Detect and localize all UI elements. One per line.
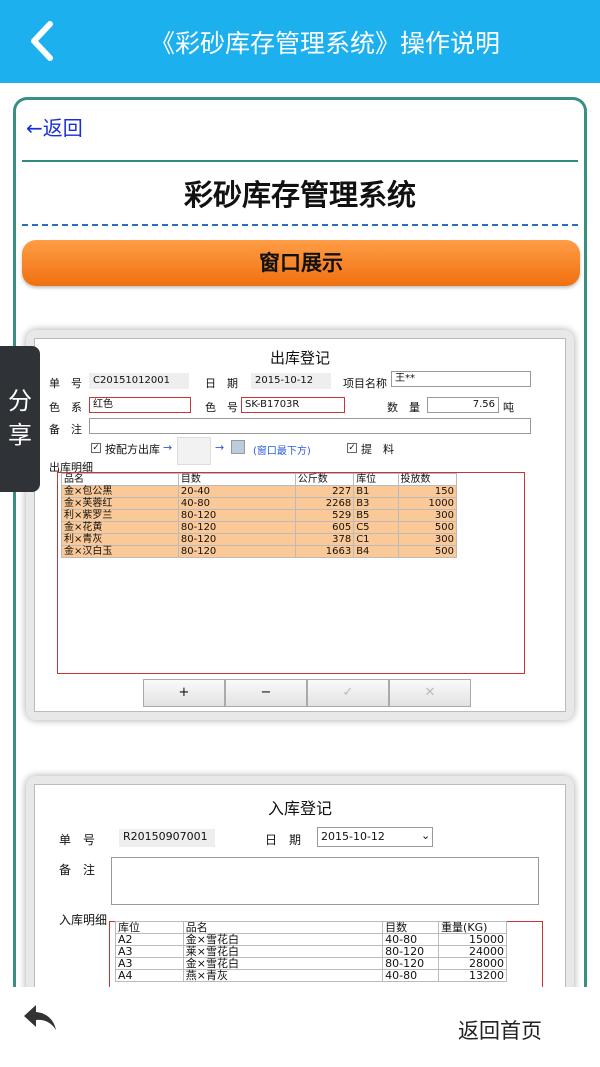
share-tab-label: 享	[8, 421, 32, 449]
cancel-button[interactable]: ✕	[389, 679, 471, 707]
home-link[interactable]: 返回首页	[458, 1015, 542, 1045]
outbound-title: 出库登记	[269, 349, 330, 367]
order-no-field: C20151012001	[89, 373, 189, 389]
table-row[interactable]: 金×花黄 80-120 605 C5 500	[61, 521, 458, 534]
remark-field	[89, 418, 531, 434]
table-row[interactable]: A3 金×雪花白 80-120 28000	[115, 957, 507, 970]
inbound-title: 入库登记	[267, 799, 332, 818]
bottom-bar: 返回首页	[0, 987, 600, 1067]
qty-field: 7.56	[427, 397, 499, 413]
qty-unit: 吨	[503, 401, 514, 414]
article-heading: 彩砂库存管理系统	[183, 178, 416, 212]
project-label: 项目名称	[343, 377, 387, 390]
window-icon	[231, 440, 245, 454]
column-header: 品名	[182, 921, 384, 934]
column-header: 重量(KG)	[438, 921, 507, 934]
date-field[interactable]: 2015-10-12	[317, 827, 433, 847]
arrow-right-icon: →	[163, 441, 173, 454]
checkbox-icon: ✓	[91, 443, 101, 453]
date-label: 日 期	[265, 833, 302, 847]
table-row[interactable]: 利×紫罗兰 80-120 529 B5 300	[61, 509, 458, 522]
table-header-row: 库位 品名 目数 重量(KG)	[115, 921, 507, 934]
dashed-divider	[22, 224, 578, 226]
checkbox-icon: ✓	[347, 443, 357, 453]
column-header: 公斤数	[294, 473, 355, 486]
remark-field[interactable]	[111, 857, 539, 905]
delete-row-button[interactable]: −	[225, 679, 307, 707]
back-link[interactable]: ←返回	[26, 112, 83, 141]
share-tab-label: 分	[8, 387, 32, 415]
outbound-detail-table: 品名 目数 公斤数 库位 投放数 金×包公黑 20-40 227 B1 150 金×…	[61, 473, 458, 558]
section-banner: 窗口展示	[22, 240, 580, 286]
table-row[interactable]: 金×芙蓉红 40-80 2268 B3 1000	[61, 497, 458, 510]
chevron-left-icon[interactable]	[26, 20, 60, 62]
outbound-window-screenshot: 出库登记 单 号 C20151012001 日 期 2015-10-12 项目名…	[26, 330, 574, 720]
formula-picker	[177, 437, 211, 465]
color-series-field: 红色	[89, 397, 191, 413]
detail-label: 入库明细	[59, 913, 108, 927]
qty-label: 数 量	[387, 401, 420, 414]
date-field: 2015-10-12	[251, 373, 331, 389]
color-no-field: SK-B1703R	[241, 397, 345, 413]
lift-label: 提 料	[361, 443, 394, 456]
color-no-label: 色 号	[205, 401, 238, 414]
table-row[interactable]: A3 莱×雪花白 80-120 24000	[115, 945, 507, 958]
order-no-label: 单 号	[49, 377, 82, 390]
table-header-row: 品名 目数 公斤数 库位 投放数	[61, 473, 458, 486]
table-row[interactable]: 金×汉白玉 80-120 1663 B4 500	[61, 545, 458, 558]
arrow-right-icon: →	[215, 441, 225, 454]
share-tab[interactable]: 分 享	[0, 346, 40, 492]
column-header: 库位	[353, 473, 399, 486]
color-series-label: 色 系	[49, 401, 82, 414]
content-card: ←返回 彩砂库存管理系统 窗口展示 出库登记 单 号 C20151012001 …	[13, 97, 587, 1057]
add-row-button[interactable]: +	[143, 679, 225, 707]
top-bar: 《彩砂库存管理系统》操作说明	[0, 0, 600, 83]
window-hint: (窗口最下方)	[253, 446, 311, 457]
page-title: 《彩砂库存管理系统》操作说明	[150, 29, 501, 58]
column-header: 目数	[382, 921, 440, 934]
table-row[interactable]: 利×青灰 80-120 378 C1 300	[61, 533, 458, 546]
date-label: 日 期	[205, 377, 238, 390]
chevron-down-icon[interactable]: ⌄	[421, 829, 430, 842]
inbound-detail-table: 库位 品名 目数 重量(KG) A2 金×雪花白 40-80 15000 A3 莱×雪…	[115, 921, 507, 982]
share-arrow-icon[interactable]	[22, 1003, 58, 1033]
remark-label: 备 注	[49, 423, 82, 436]
divider	[22, 160, 578, 162]
table-row[interactable]: 金×包公黑 20-40 227 B1 150	[61, 485, 458, 498]
remark-label: 备 注	[59, 863, 96, 877]
order-no-label: 单 号	[59, 833, 96, 847]
table-row[interactable]: A2 金×雪花白 40-80 15000	[115, 933, 507, 946]
confirm-button[interactable]: ✓	[307, 679, 389, 707]
table-row[interactable]: A4 燕×青灰 40-80 13200	[115, 969, 507, 982]
column-header: 品名	[61, 473, 179, 486]
column-header: 投放数	[397, 473, 458, 486]
column-header: 目数	[177, 473, 296, 486]
order-no-field: R20150907001	[119, 829, 215, 847]
column-header: 库位	[115, 921, 184, 934]
by-formula-label: 按配方出库	[105, 443, 160, 456]
project-field: 王**	[391, 371, 531, 387]
